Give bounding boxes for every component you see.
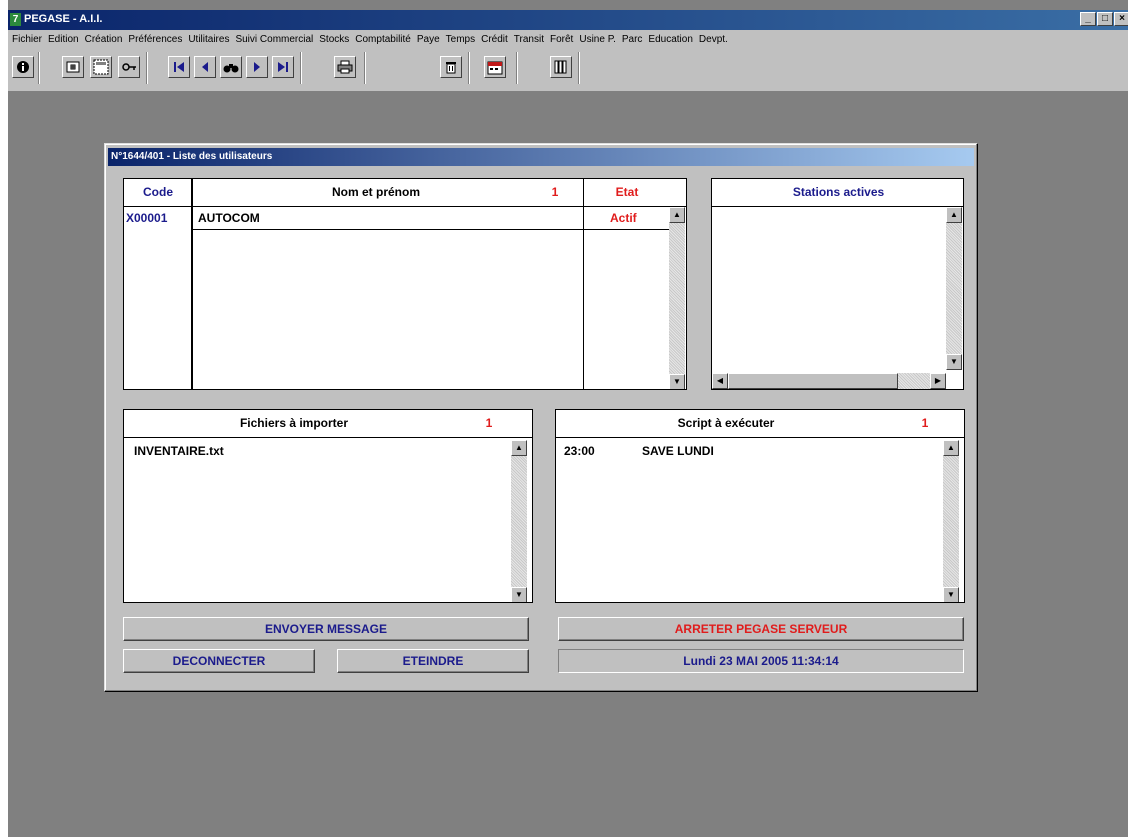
menu-item-devpt[interactable]: Devpt. — [699, 34, 728, 45]
user-list-dialog: N°1644/401 - Liste des utilisateurs Code… — [104, 143, 978, 692]
users-scrollbar[interactable]: ▲ ▼ — [669, 207, 685, 389]
send-message-button[interactable]: ENVOYER MESSAGE — [123, 617, 529, 641]
info-icon — [17, 61, 29, 73]
menu-item-education[interactable]: Education — [648, 34, 692, 45]
scroll-left-button[interactable]: ◀ — [712, 373, 728, 389]
menu-item-utilitaires[interactable]: Utilitaires — [188, 34, 229, 45]
menu-bar: Fichier Edition Création Préférences Utilita… — [8, 30, 1128, 48]
calendar-button[interactable] — [484, 56, 506, 78]
window-icon — [93, 59, 109, 75]
files-to-import-panel: Fichiers à importer 1 INVENTAIRE.txt ▲ ▼ — [123, 409, 533, 603]
menu-item-for-t[interactable]: Forêt — [550, 34, 573, 45]
calendar-icon — [487, 61, 503, 75]
scroll-thumb[interactable] — [728, 373, 898, 389]
print-icon — [337, 60, 353, 74]
info-button[interactable] — [12, 56, 34, 78]
close-button[interactable]: × — [1114, 12, 1128, 26]
scroll-up-button[interactable]: ▲ — [669, 207, 685, 223]
app-titlebar[interactable]: 7 PEGASE - A.I.I. _ □ × — [8, 10, 1128, 30]
scroll-down-button[interactable]: ▼ — [943, 587, 959, 602]
user-code: X00001 — [126, 211, 168, 225]
scripts-scrollbar[interactable]: ▲ ▼ — [943, 440, 959, 602]
script-time: 23:00 — [564, 444, 595, 458]
menu-item-cr-dit[interactable]: Crédit — [481, 34, 508, 45]
next-record-button[interactable] — [246, 56, 268, 78]
menu-item-pr-f-rences[interactable]: Préférences — [128, 34, 182, 45]
user-state: Actif — [610, 211, 637, 225]
active-stations-panel: Stations actives ▲ ▼ ◀ ▶ — [711, 178, 964, 390]
menu-item-edition[interactable]: Edition — [48, 34, 79, 45]
app-title: PEGASE - A.I.I. — [24, 13, 103, 25]
script-name: SAVE LUNDI — [642, 444, 714, 458]
menu-item-transit[interactable]: Transit — [514, 34, 544, 45]
key-icon — [122, 63, 136, 71]
first-record-button[interactable] — [168, 56, 190, 78]
dialog-title[interactable]: N°1644/401 - Liste des utilisateurs — [108, 148, 974, 166]
first-record-icon — [174, 62, 184, 72]
script-header: Script à exécuter — [677, 416, 775, 430]
screen-left-edge — [0, 0, 8, 837]
scroll-right-button[interactable]: ▶ — [930, 373, 946, 389]
last-record-icon — [278, 62, 288, 72]
disconnect-button[interactable]: DECONNECTER — [123, 649, 315, 673]
search-binoculars-icon — [223, 64, 239, 73]
stop-server-button[interactable]: ARRETER PEGASE SERVEUR — [558, 617, 964, 641]
previous-record-button[interactable] — [194, 56, 216, 78]
users-count: 1 — [551, 185, 559, 199]
menu-item-usine-p[interactable]: Usine P. — [579, 34, 616, 45]
users-table: Code Nom et prénom 1 Etat X00001 AUTOCOM… — [123, 178, 687, 390]
menu-item-suivi-commercial[interactable]: Suivi Commercial — [235, 34, 313, 45]
files-header: Fichiers à importer — [239, 416, 349, 430]
menu-item-cr-ation[interactable]: Création — [85, 34, 123, 45]
toolbar — [8, 48, 1128, 92]
key-button[interactable] — [118, 56, 140, 78]
script-count: 1 — [921, 416, 929, 430]
search-button[interactable] — [220, 56, 242, 78]
window-button[interactable] — [90, 56, 112, 78]
maximize-button[interactable]: □ — [1097, 12, 1113, 26]
stations-vscrollbar[interactable]: ▲ ▼ — [946, 207, 962, 370]
previous-record-icon — [202, 62, 208, 72]
last-record-button[interactable] — [272, 56, 294, 78]
next-record-icon — [254, 62, 260, 72]
menu-item-paye[interactable]: Paye — [417, 34, 440, 45]
menu-item-parc[interactable]: Parc — [622, 34, 643, 45]
datetime-display: Lundi 23 MAI 2005 11:34:14 — [558, 649, 964, 673]
column-header-code[interactable]: Code — [124, 179, 192, 205]
stations-hscrollbar[interactable]: ◀ ▶ — [712, 373, 946, 389]
column-header-name[interactable]: Nom et prénom — [193, 179, 559, 205]
column-header-state[interactable]: Etat — [585, 179, 669, 205]
print-button[interactable] — [334, 56, 356, 78]
scroll-down-button[interactable]: ▼ — [946, 354, 962, 370]
user-name: AUTOCOM — [198, 211, 260, 225]
form-button[interactable] — [62, 56, 84, 78]
app-icon[interactable]: 7 — [10, 13, 21, 26]
scroll-down-button[interactable]: ▼ — [511, 587, 527, 602]
minimize-button[interactable]: _ — [1080, 12, 1096, 26]
scroll-up-button[interactable]: ▲ — [943, 440, 959, 456]
stations-header: Stations actives — [792, 185, 885, 199]
files-count: 1 — [485, 416, 493, 430]
files-scrollbar[interactable]: ▲ ▼ — [511, 440, 527, 602]
script-to-execute-panel: Script à exécuter 1 23:00 SAVE LUNDI ▲ ▼ — [555, 409, 965, 603]
scroll-up-button[interactable]: ▲ — [946, 207, 962, 223]
form-icon — [66, 61, 80, 73]
shutdown-button[interactable]: ETEINDRE — [337, 649, 529, 673]
menu-item-comptabilit[interactable]: Comptabilité — [355, 34, 411, 45]
delete-button[interactable] — [440, 56, 462, 78]
scroll-down-button[interactable]: ▼ — [669, 374, 685, 389]
trash-icon — [446, 62, 456, 74]
list-item[interactable]: INVENTAIRE.txt — [134, 444, 224, 458]
menu-item-temps[interactable]: Temps — [446, 34, 475, 45]
library-button[interactable] — [550, 56, 572, 78]
menu-item-stocks[interactable]: Stocks — [319, 34, 349, 45]
menu-item-fichier[interactable]: Fichier — [12, 34, 42, 45]
scroll-up-button[interactable]: ▲ — [511, 440, 527, 456]
books-icon — [554, 60, 567, 74]
